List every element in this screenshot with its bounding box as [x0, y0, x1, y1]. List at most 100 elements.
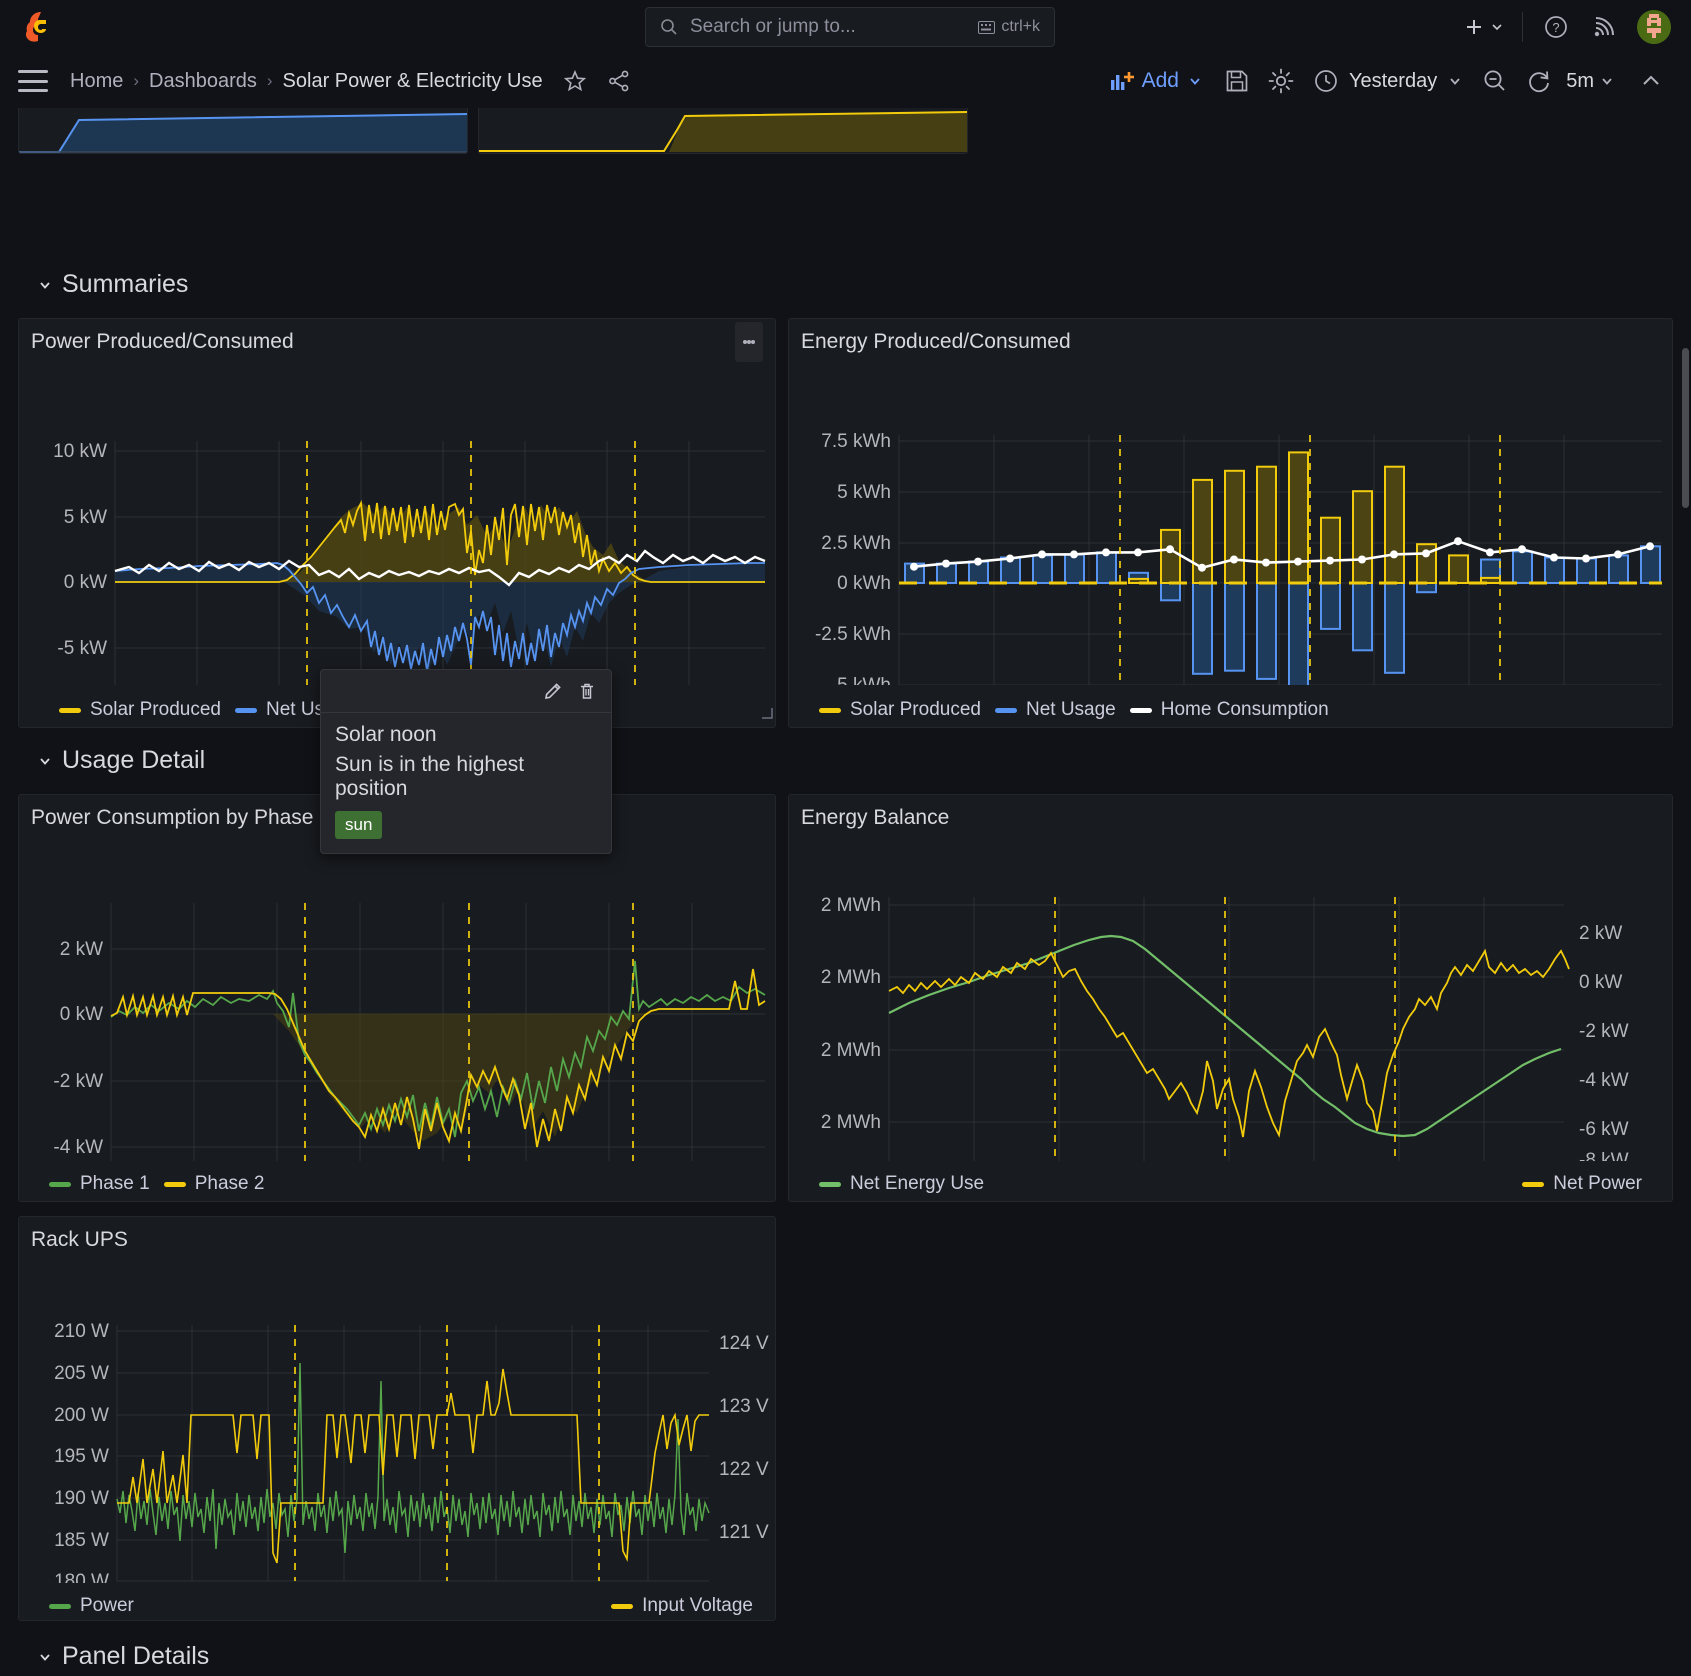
panel-title: Energy Balance — [801, 806, 950, 829]
panel-header[interactable]: Power Produced/Consumed — [19, 319, 775, 365]
search-input[interactable]: Search or jump to... ctrl+k — [645, 7, 1055, 47]
panel-power-produced-consumed[interactable]: Power Produced/Consumed 10 kW 5 kW 0 kW … — [18, 318, 776, 728]
legend-item-net-usage[interactable]: Net Usage — [994, 699, 1116, 721]
row-label: Usage Detail — [62, 746, 206, 774]
row-header-panel-details[interactable]: Panel Details — [38, 1642, 209, 1671]
legend-swatch — [49, 1181, 71, 1187]
svg-text:195 W: 195 W — [54, 1446, 109, 1467]
panel-power-consumption-by-phase[interactable]: Power Consumption by Phase 2 kW 0 kW -2 … — [18, 794, 776, 1202]
legend-swatch — [994, 707, 1017, 713]
rss-feed-icon[interactable] — [1589, 12, 1619, 42]
svg-text:190 W: 190 W — [54, 1488, 109, 1509]
topnav-actions: ? — [1462, 10, 1691, 44]
legend-item-net-energy-use[interactable]: Net Energy Use — [819, 1173, 984, 1195]
grafana-logo-icon[interactable] — [22, 8, 60, 46]
panel-title: Rack UPS — [31, 1228, 128, 1251]
annotation-tooltip-body: Solar noon Sun is in the highest positio… — [321, 713, 611, 853]
legend-item-solar-produced[interactable]: Solar Produced — [59, 699, 221, 721]
chevron-down-icon — [1450, 78, 1460, 85]
breadcrumb-item-current[interactable]: Solar Power & Electricity Use — [283, 70, 543, 93]
search-icon — [660, 18, 678, 36]
save-dashboard-button[interactable] — [1215, 61, 1259, 101]
breadcrumb-separator: › — [266, 71, 273, 90]
dashboard-canvas: Summaries Power Produced/Consumed 10 kW … — [0, 108, 1691, 1676]
chart-power-produced-consumed: 10 kW 5 kW 0 kW -5 kW -10 kW — [53, 441, 766, 685]
svg-text:0 kWh: 0 kWh — [837, 573, 891, 594]
svg-text:180 W: 180 W — [54, 1571, 109, 1583]
svg-text:-8 kW: -8 kW — [1579, 1150, 1629, 1161]
svg-text:0 kW: 0 kW — [64, 572, 107, 593]
legend-item-input-voltage[interactable]: Input Voltage — [611, 1595, 753, 1617]
time-range-picker[interactable]: Yesterday — [1303, 62, 1473, 100]
panel-energy-balance[interactable]: Energy Balance 2 MWh 2 MWh 2 MWh 2 MWh 2… — [788, 794, 1673, 1202]
create-new-button[interactable] — [1462, 15, 1504, 39]
svg-text:205 W: 205 W — [54, 1363, 109, 1384]
breadcrumb-item-home[interactable]: Home — [70, 70, 123, 93]
svg-text:200 W: 200 W — [54, 1405, 109, 1426]
panel-energy-produced-consumed[interactable]: Energy Produced/Consumed 7.5 kWh 5 kWh 2… — [788, 318, 1673, 728]
svg-text:-5 kWh: -5 kWh — [831, 675, 891, 685]
chart-legend: Phase 1 Phase 2 — [19, 1167, 775, 1195]
pencil-edit-icon[interactable] — [543, 681, 563, 701]
annotation-tooltip[interactable]: Solar noon Sun is in the highest positio… — [320, 669, 612, 854]
search-shortcut-text: ctrl+k — [1001, 18, 1040, 35]
refresh-dashboard-button[interactable] — [1517, 61, 1561, 101]
panel-resize-handle[interactable] — [759, 705, 773, 719]
avatar[interactable] — [1637, 10, 1671, 44]
trash-delete-icon[interactable] — [577, 681, 597, 701]
svg-text:210 W: 210 W — [54, 1321, 109, 1342]
hamburger-menu-icon[interactable] — [18, 70, 48, 92]
breadcrumb-item-dashboards[interactable]: Dashboards — [149, 70, 257, 93]
refresh-control[interactable]: 5m — [1517, 61, 1621, 101]
share-nodes-icon[interactable] — [607, 69, 631, 93]
add-panel-button[interactable]: Add — [1098, 63, 1215, 99]
partial-panel-net-usage-sparkline[interactable] — [18, 108, 468, 154]
help-circle-icon[interactable]: ? — [1541, 12, 1571, 42]
annotation-tag[interactable]: sun — [335, 811, 383, 839]
legend-item-net-power[interactable]: Net Power — [1522, 1173, 1642, 1195]
collapse-toolbar-button[interactable] — [1631, 61, 1671, 101]
legend-label: Home Consumption — [1160, 699, 1329, 720]
svg-text:0 kW: 0 kW — [1579, 972, 1622, 993]
zoom-out-time-range-button[interactable] — [1473, 61, 1517, 101]
panel-header[interactable]: Rack UPS — [19, 1217, 775, 1263]
svg-text:122 V: 122 V — [719, 1459, 769, 1480]
legend-item-phase-1[interactable]: Phase 1 — [49, 1173, 150, 1195]
svg-text:10 kW: 10 kW — [53, 441, 107, 462]
plus-icon — [1467, 20, 1481, 34]
panel-chart-area: 210 W 205 W 200 W 195 W 190 W 185 W 180 … — [19, 1263, 775, 1617]
dashboard-settings-button[interactable] — [1259, 61, 1303, 101]
row-label: Panel Details — [62, 1642, 210, 1670]
annotation-description: Sun is in the highest position — [335, 753, 525, 800]
legend-swatch — [1522, 1181, 1545, 1187]
legend-item-power[interactable]: Power — [49, 1595, 134, 1617]
partial-panel-solar-sparkline[interactable] — [478, 108, 968, 154]
breadcrumb: Home › Dashboards › Solar Power & Electr… — [70, 69, 631, 93]
chevron-down-icon — [40, 1653, 50, 1661]
row-header-summaries[interactable]: Summaries — [38, 270, 188, 299]
panel-rack-ups[interactable]: Rack UPS 210 W 205 W 200 W 195 W 190 W 1… — [18, 1216, 776, 1621]
panel-kebab-menu-icon[interactable] — [735, 322, 763, 362]
chart-power-consumption-by-phase: 2 kW 0 kW -2 kW -4 kW 00:00 0 — [53, 903, 766, 1161]
search-shortcut-hint: ctrl+k — [978, 18, 1040, 36]
svg-text:185 W: 185 W — [54, 1530, 109, 1551]
panel-header[interactable]: Energy Balance — [789, 795, 1672, 841]
legend-item-solar-produced[interactable]: Solar Produced — [819, 699, 981, 721]
svg-text:2 MWh: 2 MWh — [821, 967, 881, 988]
legend-item-phase-2[interactable]: Phase 2 — [163, 1173, 265, 1195]
panel-title: Power Produced/Consumed — [31, 330, 294, 353]
refresh-interval-label: 5m — [1566, 69, 1594, 92]
panel-header[interactable]: Energy Produced/Consumed — [789, 319, 1672, 365]
legend-label: Phase 1 — [80, 1173, 150, 1194]
page-scrollbar[interactable] — [1682, 348, 1689, 508]
svg-text:-5 kW: -5 kW — [57, 638, 107, 659]
chevron-down-icon — [1602, 78, 1612, 85]
annotation-title: Solar noon — [335, 723, 437, 746]
add-panel-label: Add — [1141, 69, 1179, 92]
divider — [1522, 12, 1523, 42]
legend-label: Solar Produced — [90, 699, 221, 720]
row-header-usage-detail[interactable]: Usage Detail — [38, 746, 205, 775]
legend-label: Phase 2 — [194, 1173, 265, 1194]
legend-item-home-consumption[interactable]: Home Consumption — [1129, 699, 1329, 721]
star-outline-icon[interactable] — [563, 69, 587, 93]
